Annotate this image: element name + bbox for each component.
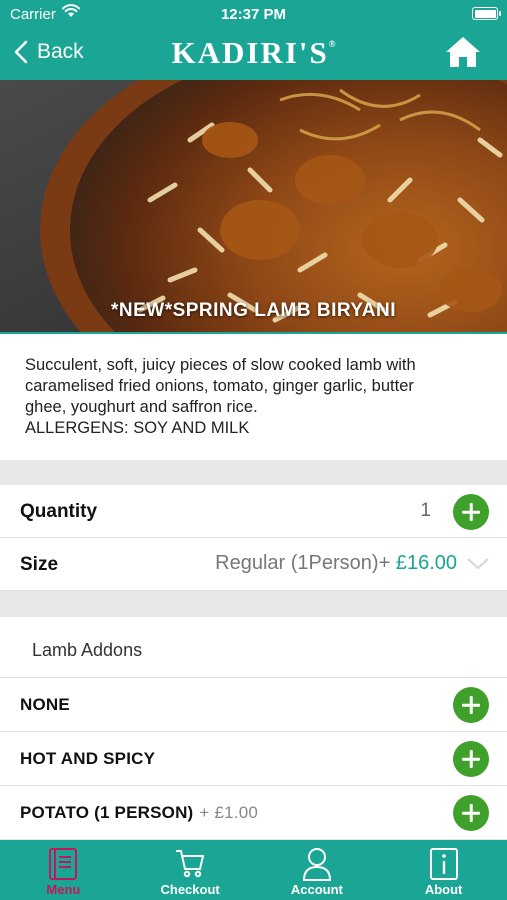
home-icon[interactable] (445, 36, 481, 68)
addon-item-hot-and-spicy[interactable]: HOT AND SPICY (0, 732, 507, 786)
addon-item-none[interactable]: NONE (0, 678, 507, 732)
tab-account-label: Account (290, 882, 343, 897)
tab-about[interactable]: About (380, 840, 507, 900)
quantity-value: 1 (420, 500, 431, 521)
addon-label: NONE (20, 695, 70, 714)
addons-section-header: Lamb Addons (0, 617, 507, 678)
quantity-row: Quantity 1 (0, 485, 507, 538)
addon-label: POTATO (1 PERSON) + £1.00 (20, 803, 259, 822)
addon-none-add-button[interactable] (453, 687, 489, 723)
app-header: Carrier 12:37 PM Back KADIRI'S® (0, 0, 507, 80)
addon-label: HOT AND SPICY (20, 749, 156, 768)
size-price: £16.00 (395, 552, 457, 574)
addon-hot-and-spicy-add-button[interactable] (453, 741, 489, 777)
cart-icon (176, 850, 205, 878)
tab-checkout-label: Checkout (160, 882, 220, 897)
description-line: ghee, youghurt and saffron rice. (25, 398, 258, 416)
addon-item-potato[interactable]: POTATO (1 PERSON) + £1.00 (0, 786, 507, 840)
section-divider (0, 591, 507, 617)
size-selector[interactable]: Regular (1Person)+ £16.00 (215, 552, 457, 575)
status-time: 12:37 PM (220, 6, 287, 23)
description-line: Succulent, soft, juicy pieces of slow co… (25, 356, 416, 374)
tab-bar: Menu Checkout Account About (0, 840, 507, 900)
chevron-down-icon[interactable] (467, 558, 489, 570)
addon-potato-add-button[interactable] (453, 795, 489, 831)
quantity-label: Quantity (20, 501, 98, 522)
size-label: Size (20, 554, 59, 575)
person-icon (302, 848, 331, 881)
menu-book-icon (49, 848, 78, 880)
biryani-photo (0, 80, 507, 332)
tab-menu-label: Menu (46, 882, 81, 897)
status-bar: Carrier 12:37 PM (0, 0, 507, 28)
product-title: *NEW*SPRING LAMB BIRYANI (110, 300, 397, 321)
section-divider (0, 460, 507, 485)
addons-section-title: Lamb Addons (32, 640, 143, 660)
brand-logo: KADIRI'S® (171, 35, 336, 70)
tab-about-label: About (424, 882, 463, 897)
tab-account[interactable]: Account (254, 840, 381, 900)
quantity-add-button[interactable] (453, 494, 489, 530)
addon-price: + £1.00 (199, 803, 259, 822)
tab-menu[interactable]: Menu (0, 840, 127, 900)
description-line: caramelised fried onions, tomato, ginger… (25, 377, 414, 395)
size-row[interactable]: Size Regular (1Person)+ £16.00 (0, 538, 507, 591)
product-image: *NEW*SPRING LAMB BIRYANI (0, 80, 507, 334)
tab-checkout[interactable]: Checkout (127, 840, 254, 900)
allergens-line: ALLERGENS: SOY AND MILK (25, 419, 250, 437)
info-icon (429, 848, 458, 880)
product-description: Succulent, soft, juicy pieces of slow co… (25, 355, 495, 439)
battery-icon (472, 7, 501, 20)
